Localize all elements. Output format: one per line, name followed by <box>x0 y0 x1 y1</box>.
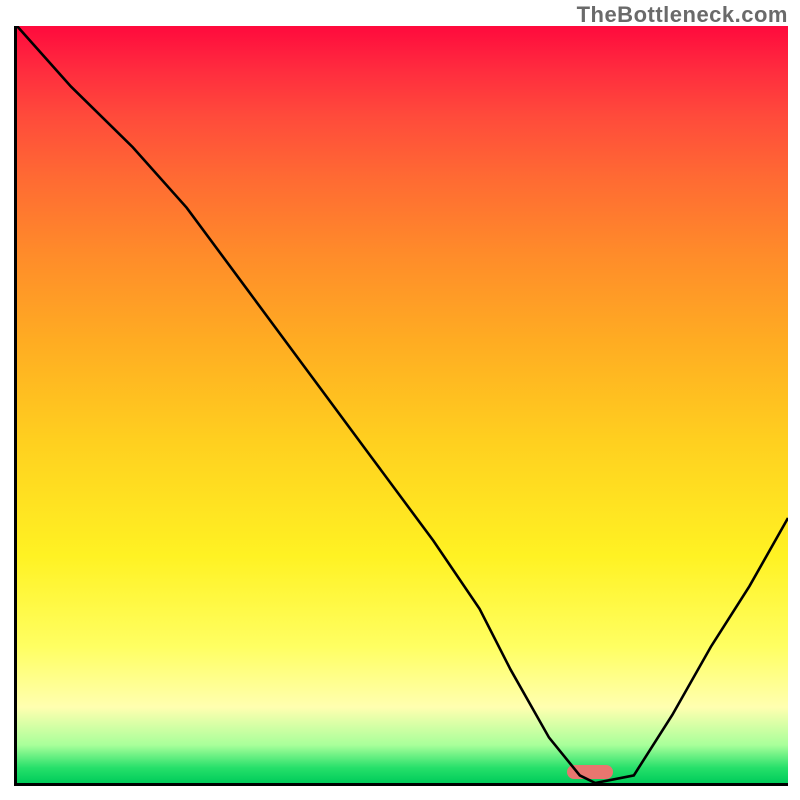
watermark-text: TheBottleneck.com <box>577 2 788 28</box>
chart-plot-area <box>14 26 788 786</box>
bottleneck-curve-svg <box>17 26 788 783</box>
bottleneck-curve-line <box>17 26 788 783</box>
